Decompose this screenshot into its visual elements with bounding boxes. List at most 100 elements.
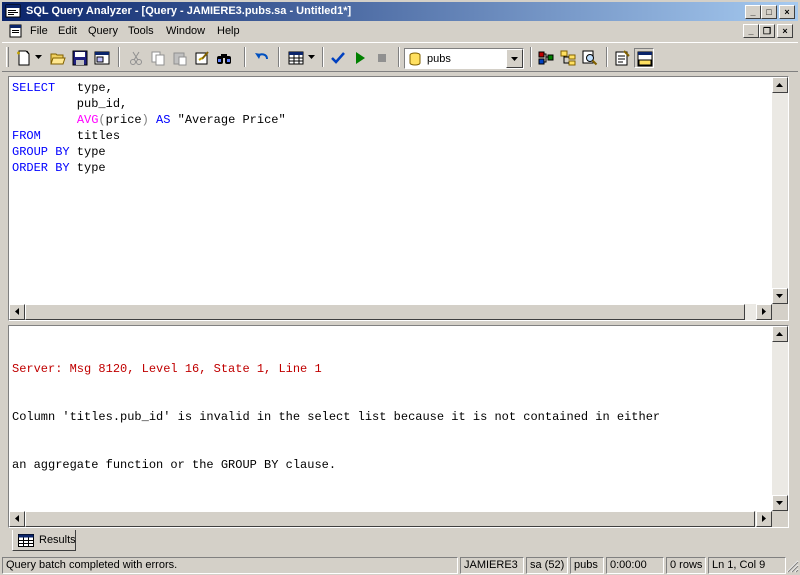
sql-keyword: SELECT [12,81,56,95]
sql-app-icon[interactable] [5,4,21,19]
database-select[interactable]: pubs [404,48,524,69]
query-editor-text[interactable]: SELECT type, pub_id, AVG(price) AS "Aver… [12,80,286,176]
execution-plan-icon[interactable] [536,48,556,68]
object-browser-icon[interactable] [558,48,578,68]
scroll-up-button[interactable] [772,326,788,342]
scroll-down-button[interactable] [772,288,788,304]
child-close-button[interactable]: × [777,24,793,38]
results-mode-icon[interactable] [286,48,306,68]
chevron-down-icon [511,57,518,61]
results-mode-dropdown-icon[interactable] [308,55,315,59]
new-query-icon[interactable] [14,48,34,68]
save-icon[interactable] [70,48,90,68]
results-horizontal-scrollbar[interactable] [9,511,772,527]
toolbar-separator [244,47,246,67]
code-line[interactable]: SELECT type, [12,80,286,96]
arrow-right-icon [762,308,766,315]
grid-icon [18,534,34,547]
code-line[interactable]: GROUP BY type [12,144,286,160]
sql-token: type, [55,81,113,95]
close-button[interactable]: × [779,5,795,19]
database-dropdown-button[interactable] [506,49,523,68]
query-editor[interactable]: SELECT type, pub_id, AVG(price) AS "Aver… [8,76,789,321]
toolbar-separator [118,47,120,67]
editor-size-grip [772,304,788,320]
insert-template-icon[interactable] [92,48,112,68]
toolbar-separator [278,47,280,67]
code-line[interactable]: pub_id, [12,96,286,112]
toolbar-separator [322,47,324,67]
editor-vertical-scrollbar[interactable] [772,77,788,304]
undo-icon[interactable] [252,48,272,68]
cut-icon[interactable] [126,48,146,68]
child-minimize-button[interactable]: _ [743,24,759,38]
code-line[interactable]: ORDER BY type [12,160,286,176]
query-document-icon[interactable] [8,24,24,39]
tab-results-label: Results [39,534,76,546]
new-query-dropdown-icon[interactable] [35,55,42,59]
scroll-right-button[interactable] [756,511,772,527]
menu-help[interactable]: Help [217,25,240,37]
title-bar[interactable]: SQL Query Analyzer - [Query - JAMIERE3.p… [2,2,798,21]
results-vertical-scrollbar[interactable] [772,326,788,511]
arrow-left-icon [15,515,19,522]
sql-keyword: AS [156,113,171,127]
find-icon[interactable] [214,48,234,68]
maximize-button[interactable]: □ [761,5,777,19]
status-cursor-position: Ln 1, Col 9 [708,557,786,574]
menu-window[interactable]: Window [166,25,205,37]
clear-window-icon[interactable] [192,48,212,68]
scroll-down-button[interactable] [772,495,788,511]
status-server: JAMIERE3 [460,557,524,574]
status-database: pubs [570,557,604,574]
window-title: SQL Query Analyzer - [Query - JAMIERE3.p… [26,5,352,17]
code-line[interactable]: FROM titles [12,128,286,144]
menu-file[interactable]: File [30,25,48,37]
minimize-button[interactable]: _ [745,5,761,19]
editor-horizontal-scrollbar[interactable] [9,304,772,320]
database-select-value: pubs [427,53,451,65]
menu-edit[interactable]: Edit [58,25,77,37]
arrow-down-icon [776,501,783,505]
open-icon[interactable] [48,48,68,68]
object-search-icon[interactable] [580,48,600,68]
sql-token: "Average Price" [170,113,286,127]
paste-icon[interactable] [170,48,190,68]
results-text[interactable]: Server: Msg 8120, Level 16, State 1, Lin… [12,329,660,505]
arrow-right-icon [762,515,766,522]
sql-token: price [105,113,142,127]
sql-token: type [69,145,106,159]
sql-keyword: ORDER BY [12,161,70,175]
error-message-line-1: Column 'titles.pub_id' is invalid in the… [12,410,661,424]
results-hscroll-thumb[interactable] [25,511,755,527]
window-resize-grip-icon[interactable] [786,560,799,573]
tab-results[interactable]: Results [12,530,76,551]
copy-icon[interactable] [148,48,168,68]
menu-query[interactable]: Query [88,25,118,37]
sql-token: type [69,161,106,175]
execute-icon[interactable] [350,48,370,68]
results-pane-icon[interactable] [634,48,654,68]
parse-query-icon[interactable] [328,48,348,68]
toolbar: pubs [2,42,798,72]
results-pane[interactable]: Server: Msg 8120, Level 16, State 1, Lin… [8,325,789,528]
error-header: Server: Msg 8120, Level 16, State 1, Lin… [12,362,322,376]
scroll-left-button[interactable] [9,304,25,320]
child-restore-button[interactable]: ❐ [759,24,775,38]
cancel-query-icon[interactable] [372,48,392,68]
status-row-count: 0 rows [666,557,706,574]
scroll-up-button[interactable] [772,77,788,93]
status-elapsed-time: 0:00:00 [606,557,664,574]
menu-tools[interactable]: Tools [128,25,154,37]
properties-icon[interactable] [612,48,632,68]
arrow-left-icon [15,308,19,315]
scroll-right-button[interactable] [756,304,772,320]
toolbar-separator [530,47,532,67]
toolbar-grip[interactable] [6,47,9,67]
status-user: sa (52) [526,557,568,574]
sql-function: AVG [76,113,99,127]
scroll-left-button[interactable] [9,511,25,527]
editor-hscroll-thumb[interactable] [25,304,745,320]
code-line[interactable]: AVG(price) AS "Average Price" [12,112,286,128]
